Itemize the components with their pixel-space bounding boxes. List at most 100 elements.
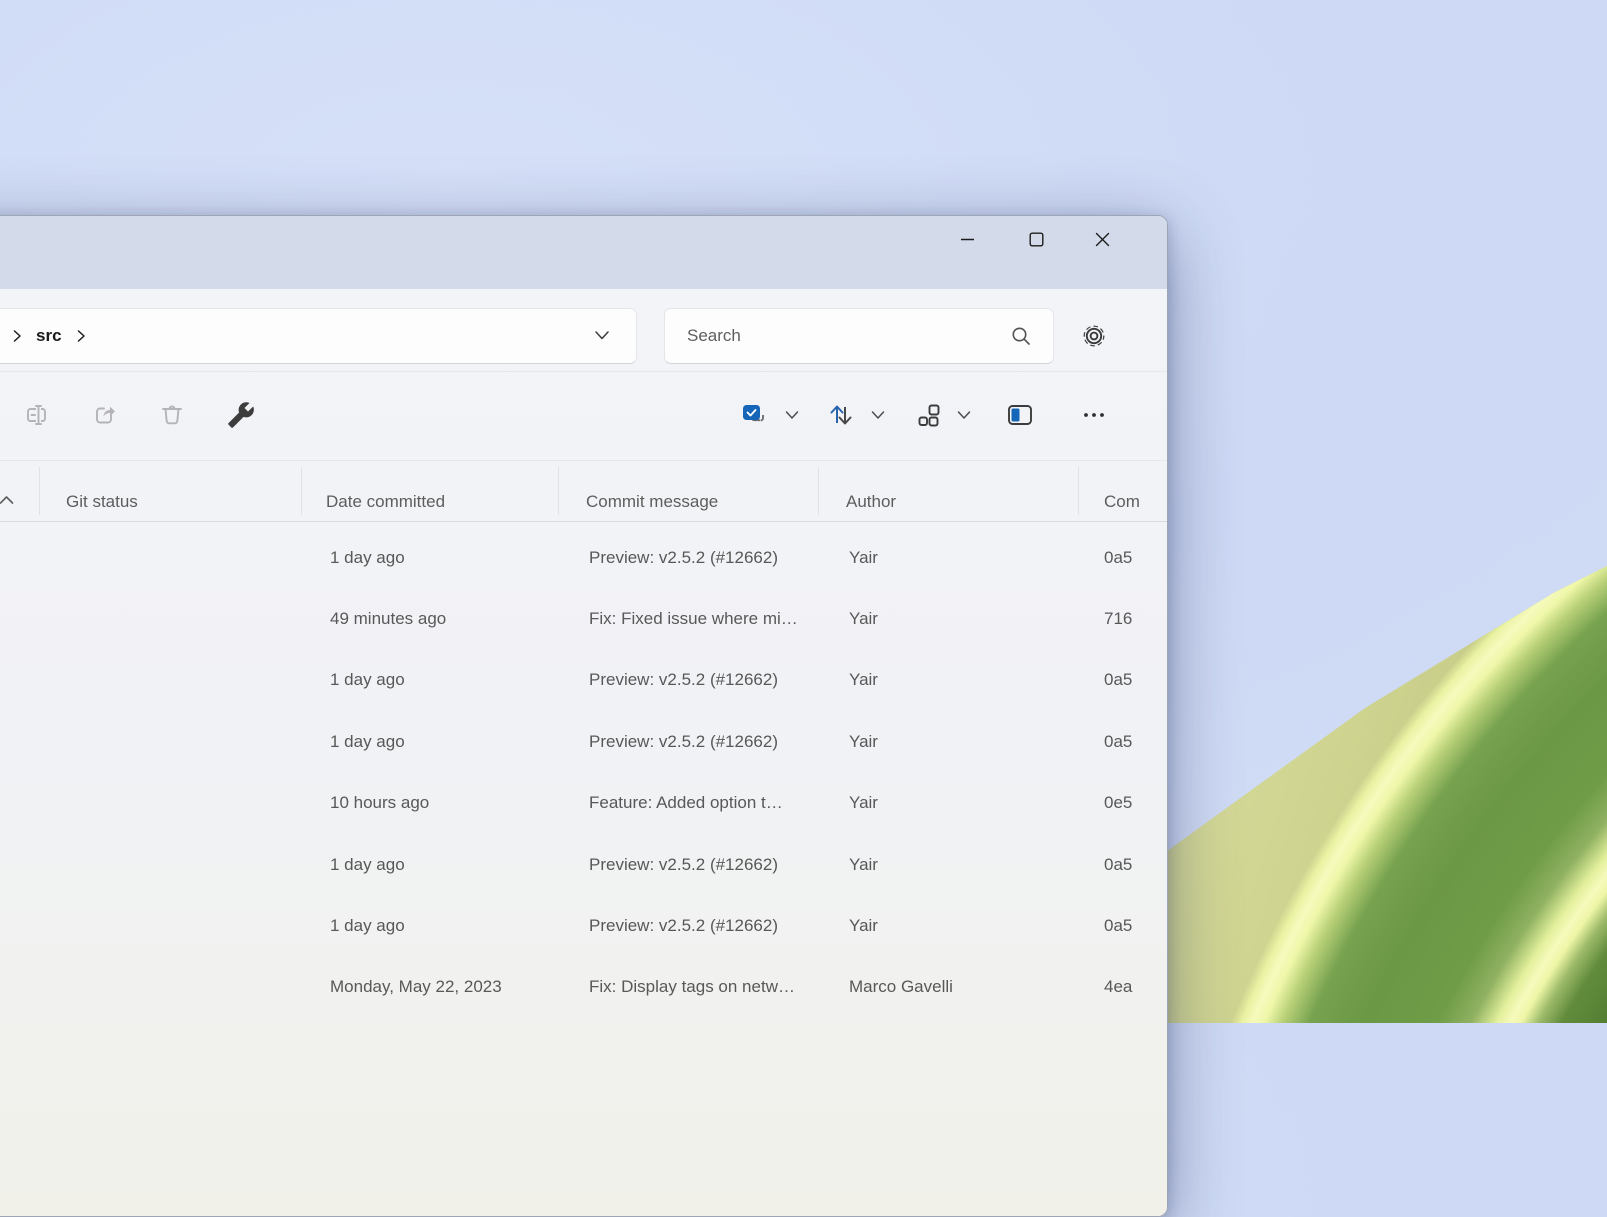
cell-date-committed: 1 day ago bbox=[330, 895, 585, 956]
close-button[interactable] bbox=[1079, 218, 1125, 260]
cell-commit-message: Preview: v2.5.2 (#12662) bbox=[589, 834, 844, 895]
file-row[interactable]: Monday, May 22, 2023 Fix: Display tags o… bbox=[0, 957, 1167, 1018]
column-header-commit[interactable]: Com bbox=[1104, 492, 1140, 512]
cell-commit-message: Preview: v2.5.2 (#12662) bbox=[589, 527, 844, 588]
maximize-icon bbox=[1029, 232, 1044, 247]
file-row[interactable]: 1 day ago Preview: v2.5.2 (#12662) Yair … bbox=[0, 527, 1167, 588]
layout-button[interactable] bbox=[905, 393, 953, 437]
column-header-commit-message[interactable]: Commit message bbox=[586, 492, 718, 512]
cell-commit-hash: 0a5 bbox=[1104, 711, 1168, 772]
details-pane-button[interactable] bbox=[996, 393, 1044, 437]
file-row[interactable]: 49 minutes ago Fix: Fixed issue where mi… bbox=[0, 588, 1167, 649]
share-icon bbox=[91, 401, 119, 429]
minimize-button[interactable] bbox=[944, 218, 990, 260]
cell-author: Yair bbox=[849, 895, 1094, 956]
cell-commit-message: Fix: Fixed issue where mi… bbox=[589, 588, 844, 649]
cell-commit-message: Feature: Added option t… bbox=[589, 773, 844, 834]
cell-date-committed: 10 hours ago bbox=[330, 773, 585, 834]
column-separator[interactable] bbox=[558, 467, 559, 515]
sort-arrows-icon bbox=[826, 400, 856, 430]
close-icon bbox=[1095, 232, 1110, 247]
open-with-button[interactable] bbox=[217, 393, 265, 437]
chevron-right-icon bbox=[10, 329, 24, 343]
chevron-down-icon bbox=[869, 408, 887, 422]
ellipsis-icon bbox=[1080, 401, 1108, 429]
search-placeholder: Search bbox=[687, 326, 741, 346]
delete-button[interactable] bbox=[148, 393, 196, 437]
file-row[interactable]: 10 hours ago Feature: Added option t… Ya… bbox=[0, 773, 1167, 834]
column-header-date-committed[interactable]: Date committed bbox=[326, 492, 445, 512]
settings-button[interactable] bbox=[1070, 314, 1118, 358]
cell-author: Yair bbox=[849, 773, 1094, 834]
cell-commit-message: Fix: Display tags on netw… bbox=[589, 957, 844, 1018]
multiselect-dropdown[interactable] bbox=[783, 408, 801, 427]
cell-author: Marco Gavelli bbox=[849, 957, 1094, 1018]
sort-dropdown[interactable] bbox=[869, 408, 887, 427]
address-bar[interactable]: src bbox=[0, 308, 637, 364]
column-separator[interactable] bbox=[1078, 467, 1079, 515]
column-separator[interactable] bbox=[39, 467, 40, 515]
chevron-right-icon bbox=[74, 329, 88, 343]
rename-icon bbox=[23, 401, 51, 429]
search-icon[interactable] bbox=[1009, 324, 1033, 353]
cell-date-committed: 49 minutes ago bbox=[330, 588, 585, 649]
file-row[interactable]: 1 day ago Preview: v2.5.2 (#12662) Yair … bbox=[0, 650, 1167, 711]
bloom-green-bands bbox=[1100, 540, 1607, 1023]
cell-date-committed: Monday, May 22, 2023 bbox=[330, 957, 585, 1018]
cell-commit-hash: 4ea bbox=[1104, 957, 1168, 1018]
cell-commit-message: Preview: v2.5.2 (#12662) bbox=[589, 650, 844, 711]
file-list: 1 day ago Preview: v2.5.2 (#12662) Yair … bbox=[0, 527, 1167, 1216]
column-separator[interactable] bbox=[301, 467, 302, 515]
layout-dropdown[interactable] bbox=[955, 408, 973, 427]
wrench-icon bbox=[227, 401, 255, 429]
more-options-button[interactable] bbox=[1070, 393, 1118, 437]
titlebar[interactable] bbox=[0, 216, 1167, 289]
maximize-button[interactable] bbox=[1013, 218, 1059, 260]
breadcrumb-item-src[interactable]: src bbox=[36, 326, 62, 346]
gear-icon bbox=[1079, 321, 1109, 351]
chevron-down-icon bbox=[955, 408, 973, 422]
cell-date-committed: 1 day ago bbox=[330, 834, 585, 895]
cell-author: Yair bbox=[849, 650, 1094, 711]
wallpaper-bloom bbox=[1100, 540, 1607, 1023]
cell-commit-message: Preview: v2.5.2 (#12662) bbox=[589, 711, 844, 772]
file-row[interactable]: 1 day ago Preview: v2.5.2 (#12662) Yair … bbox=[0, 834, 1167, 895]
checked-box-icon bbox=[739, 401, 769, 429]
file-row[interactable]: 1 day ago Preview: v2.5.2 (#12662) Yair … bbox=[0, 711, 1167, 772]
cell-author: Yair bbox=[849, 588, 1094, 649]
cell-commit-hash: 0a5 bbox=[1104, 895, 1168, 956]
cell-author: Yair bbox=[849, 711, 1094, 772]
divider bbox=[0, 460, 1167, 461]
chevron-up-icon bbox=[0, 494, 15, 506]
column-header-git-status[interactable]: Git status bbox=[66, 492, 138, 512]
cell-commit-hash: 0a5 bbox=[1104, 834, 1168, 895]
layout-squares-icon bbox=[915, 401, 943, 429]
cell-date-committed: 1 day ago bbox=[330, 711, 585, 772]
sort-button[interactable] bbox=[817, 393, 865, 437]
cell-commit-hash: 0e5 bbox=[1104, 773, 1168, 834]
column-separator[interactable] bbox=[818, 467, 819, 515]
cell-date-committed: 1 day ago bbox=[330, 527, 585, 588]
cell-commit-message: Preview: v2.5.2 (#12662) bbox=[589, 895, 844, 956]
cell-commit-hash: 0a5 bbox=[1104, 527, 1168, 588]
trash-icon bbox=[158, 401, 186, 429]
chevron-down-icon bbox=[783, 408, 801, 422]
divider bbox=[0, 371, 1167, 372]
file-row[interactable]: 1 day ago Preview: v2.5.2 (#12662) Yair … bbox=[0, 895, 1167, 956]
multiselect-button[interactable] bbox=[730, 393, 778, 437]
address-dropdown-button[interactable] bbox=[592, 325, 612, 350]
cell-author: Yair bbox=[849, 834, 1094, 895]
search-box[interactable]: Search bbox=[664, 308, 1054, 364]
cell-date-committed: 1 day ago bbox=[330, 650, 585, 711]
cell-commit-hash: 716 bbox=[1104, 588, 1168, 649]
chevron-down-icon bbox=[592, 325, 612, 345]
split-panel-icon bbox=[1005, 401, 1035, 429]
header-divider bbox=[0, 521, 1167, 522]
minimize-icon bbox=[960, 232, 975, 247]
cell-commit-hash: 0a5 bbox=[1104, 650, 1168, 711]
share-button[interactable] bbox=[81, 393, 129, 437]
cell-author: Yair bbox=[849, 527, 1094, 588]
column-header-author[interactable]: Author bbox=[846, 492, 896, 512]
rename-button[interactable] bbox=[13, 393, 61, 437]
sort-ascending-indicator bbox=[0, 493, 15, 511]
